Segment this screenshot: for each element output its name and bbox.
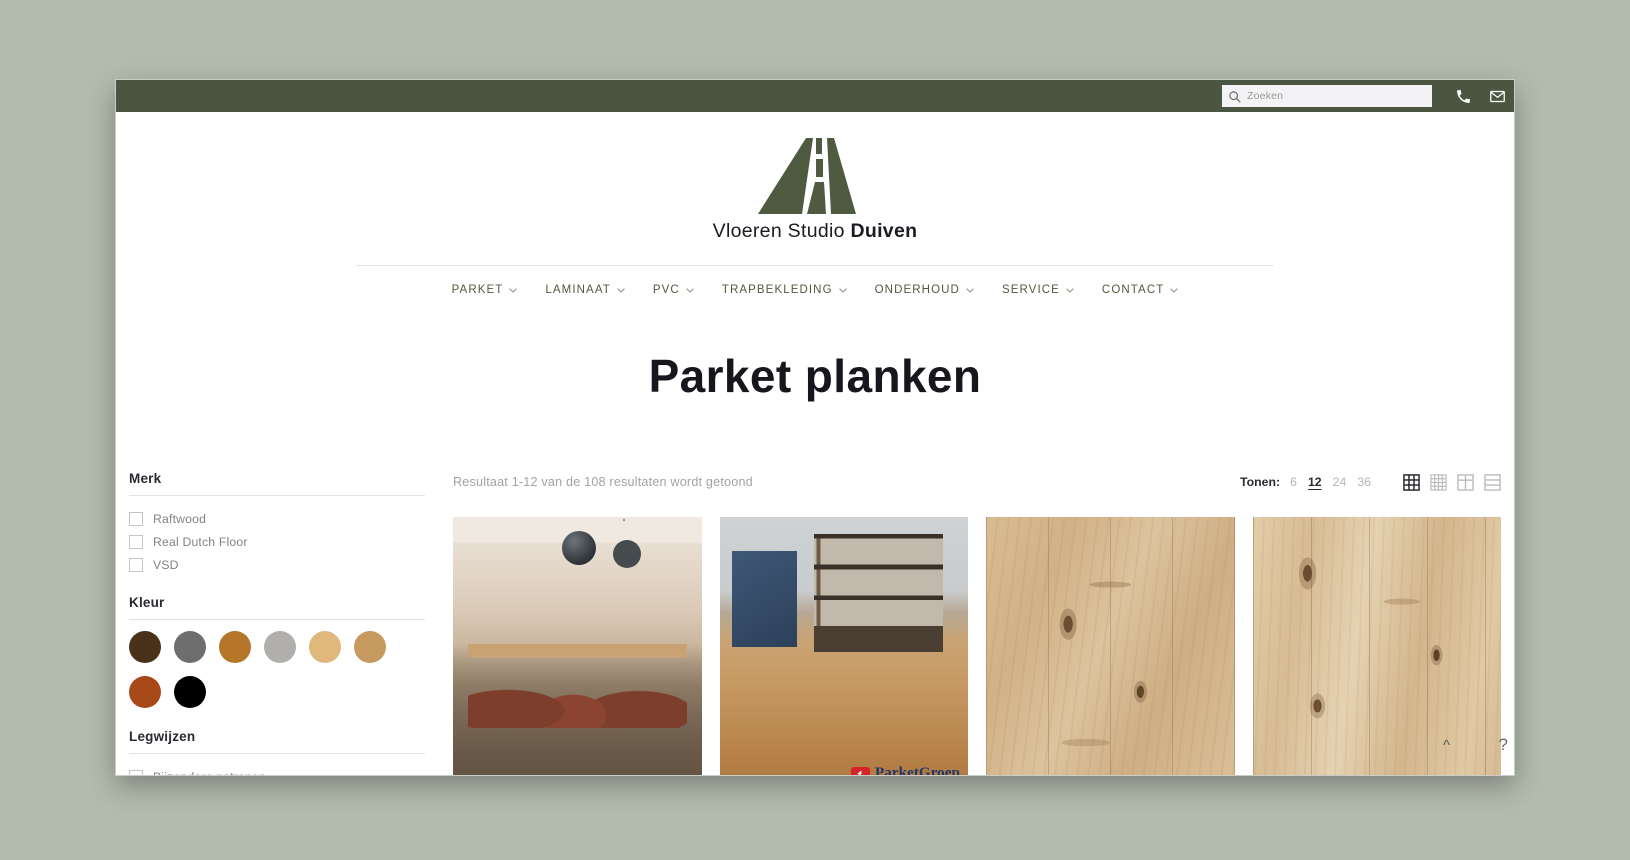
per-page-option-36[interactable]: 36	[1357, 475, 1371, 489]
scroll-to-top-button[interactable]: ^	[1443, 738, 1450, 753]
color-swatch-goudbruin[interactable]	[219, 631, 251, 663]
search-box[interactable]	[1222, 85, 1432, 107]
checkbox-label: Real Dutch Floor	[153, 534, 248, 549]
filter-heading-legwijzen: Legwijzen	[129, 729, 196, 744]
mail-icon[interactable]	[1480, 80, 1514, 112]
filter-sidebar: Merk Raftwood Real Dutch Floor VSD Kleur	[126, 471, 426, 776]
product-image	[719, 517, 968, 775]
checkbox-label: Raftwood	[153, 511, 207, 526]
color-swatch-roest[interactable]	[129, 676, 161, 708]
result-count-text: Resultaat 1-12 van de 108 resultaten wor…	[453, 475, 753, 489]
color-swatch-grijs[interactable]	[174, 631, 206, 663]
nav-label: TRAPBEKLEDING	[721, 284, 833, 296]
color-swatch-zwart[interactable]	[174, 676, 206, 708]
browser-window: Vloeren Studio Duiven PARKET LAMINAAT PV…	[115, 79, 1515, 776]
nav-item-laminaat[interactable]: LAMINAAT	[531, 284, 638, 296]
chevron-down-icon	[838, 287, 847, 293]
chevron-down-icon	[1066, 287, 1074, 293]
grid-4-icon[interactable]	[1430, 473, 1447, 491]
search-icon	[1228, 90, 1241, 103]
nav-label: ONDERHOUD	[874, 284, 960, 296]
nav-item-parket[interactable]: PARKET	[438, 284, 532, 296]
parketgroep-badge-icon	[851, 767, 871, 775]
product-card-1[interactable]	[453, 517, 702, 775]
checkbox-label: Bijzondere patronen	[153, 770, 266, 776]
color-swatch-camel[interactable]	[354, 631, 386, 663]
nav-label: SERVICE	[1001, 284, 1060, 296]
nav-item-service[interactable]: SERVICE	[988, 284, 1088, 296]
filter-heading-merk: Merk	[129, 471, 162, 486]
nav-item-contact[interactable]: CONTACT	[1088, 284, 1192, 296]
page-title: Parket planken	[648, 350, 982, 402]
grid-2-icon[interactable]	[1457, 473, 1474, 491]
chevron-down-icon	[509, 287, 518, 293]
checkbox-icon[interactable]	[129, 534, 143, 549]
divider	[129, 753, 425, 754]
nav-item-pvc[interactable]: PVC	[639, 284, 708, 296]
grid-3-icon[interactable]	[1403, 473, 1420, 491]
per-page-option-12[interactable]: 12	[1308, 475, 1322, 489]
product-card-2[interactable]: ParketGroep NEDERLAND	[719, 517, 968, 776]
product-grid: ParketGroep NEDERLAND	[453, 517, 1501, 776]
per-page-option-6[interactable]: 6	[1290, 475, 1297, 489]
checkbox-icon[interactable]	[129, 769, 143, 775]
checkbox-icon[interactable]	[129, 557, 143, 572]
logo-text-light: Vloeren Studio	[712, 220, 851, 242]
search-input[interactable]	[1247, 90, 1426, 102]
divider	[129, 495, 425, 496]
logo-mark-icon	[758, 138, 856, 214]
content-area: Merk Raftwood Real Dutch Floor VSD Kleur	[116, 471, 1514, 776]
nav-item-onderhoud[interactable]: ONDERHOUD	[861, 284, 988, 296]
product-card-4[interactable]	[1252, 517, 1501, 775]
chevron-down-icon	[1170, 287, 1179, 293]
filter-heading-kleur: Kleur	[129, 595, 165, 610]
filter-checkbox-bijzondere-patronen[interactable]: Bijzondere patronen	[129, 765, 426, 776]
per-page-label: Tonen:	[1240, 475, 1281, 489]
product-card-3[interactable]	[986, 517, 1235, 775]
parketgroep-watermark: ParketGroep NEDERLAND	[851, 765, 960, 776]
color-swatch-donkerbruin[interactable]	[129, 631, 161, 663]
nav-label: CONTACT	[1101, 284, 1165, 296]
nav-label: LAMINAAT	[545, 284, 611, 296]
per-page-controls: Tonen: 6 12 24 36	[1240, 473, 1501, 491]
filter-checkbox-raftwood[interactable]: Raftwood	[129, 507, 426, 530]
chevron-down-icon	[686, 287, 694, 293]
site-logo[interactable]: Vloeren Studio Duiven	[116, 112, 1514, 259]
logo-text: Vloeren Studio Duiven	[713, 220, 918, 243]
checkbox-icon[interactable]	[129, 511, 143, 526]
nav-label: PARKET	[451, 284, 504, 296]
color-swatch-group	[129, 631, 419, 708]
checkbox-label: VSD	[153, 557, 179, 572]
color-swatch-lichtgrijs[interactable]	[264, 631, 296, 663]
parketgroep-name: ParketGroep	[875, 765, 960, 776]
filter-checkbox-vsd[interactable]: VSD	[129, 553, 426, 576]
product-listing: Resultaat 1-12 van de 108 resultaten wor…	[426, 471, 1504, 776]
help-button[interactable]: ?	[1499, 736, 1508, 753]
nav-item-trapbekleding[interactable]: TRAPBEKLEDING	[708, 284, 861, 296]
chevron-down-icon	[617, 287, 625, 293]
results-toolbar: Resultaat 1-12 van de 108 resultaten wor…	[453, 471, 1501, 493]
list-view-icon[interactable]	[1484, 473, 1501, 491]
product-image	[986, 517, 1235, 775]
phone-icon[interactable]	[1446, 80, 1480, 112]
logo-text-bold: Duiven	[850, 220, 918, 242]
color-swatch-zand[interactable]	[309, 631, 341, 663]
view-mode-switcher	[1403, 473, 1501, 491]
parketgroep-text: ParketGroep NEDERLAND	[875, 765, 960, 776]
divider	[129, 619, 425, 620]
product-image	[453, 517, 702, 775]
nav-label: PVC	[652, 284, 680, 296]
top-utility-bar	[116, 80, 1514, 112]
per-page-option-24[interactable]: 24	[1333, 475, 1347, 489]
filter-checkbox-real-dutch-floor[interactable]: Real Dutch Floor	[129, 530, 426, 553]
main-navigation: PARKET LAMINAAT PVC TRAPBEKLEDING ONDERH	[116, 266, 1514, 314]
chevron-down-icon	[966, 287, 974, 293]
product-image	[1252, 517, 1501, 775]
